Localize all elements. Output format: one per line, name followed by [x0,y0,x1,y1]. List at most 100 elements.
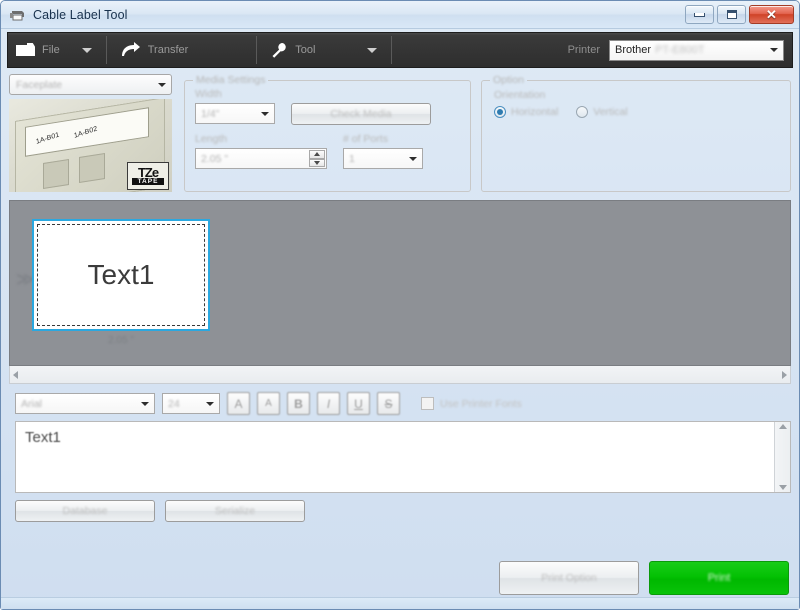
preview-column: Faceplate 1A-B01 1A-B02 TZe TAPE [9,74,174,194]
scroll-left-icon[interactable] [13,370,18,379]
printer-icon [9,7,27,23]
check-media-button[interactable]: Check Media [291,103,431,125]
print-label: Print [707,572,731,584]
toolbar-divider-3 [391,36,393,64]
label-object[interactable]: Text1 [32,219,210,331]
orientation-horizontal-radio[interactable]: Horizontal [494,106,558,118]
transfer-label: Transfer [147,44,189,56]
width-value: 1/4" [201,107,220,120]
radio-unselected-icon [576,106,589,118]
close-button[interactable]: ✕ [749,5,794,24]
orientation-label: Orientation [494,89,546,101]
serialize-label: Serialize [214,505,256,517]
label-dimension-text: 2.05 " [108,335,134,346]
print-option-button[interactable]: Print Option [499,561,639,595]
printer-brand: Brother [615,44,652,56]
maximize-icon [726,10,737,19]
media-settings-group: Media Settings Width 1/4" Check Media Le… [184,74,471,192]
label-canvas[interactable]: ≫ Text1 2.05 " [9,200,791,366]
font-family-chevron-down-icon[interactable] [137,396,152,411]
option-group: Option Orientation Horizontal Vertical [481,74,791,192]
use-printer-fonts-checkbox-row[interactable]: Use Printer Fonts [421,397,522,410]
option-legend: Option [493,74,524,86]
wrench-icon [271,42,288,59]
font-toolbar: Arial 24 A A B I U S Use Printer Fonts [15,392,791,415]
canvas-edge-marker-icon: ≫ [16,269,35,289]
close-icon: ✕ [766,7,777,22]
file-icon [16,43,35,57]
label-text-editor[interactable]: Text1 [15,421,791,493]
underline-button[interactable]: U [347,392,370,415]
minimize-icon [694,12,705,17]
printer-model: PT-E800T [655,44,705,56]
file-menu-button[interactable]: File [8,33,68,67]
label-text-editor-value: Text1 [25,429,61,446]
length-stepper-down[interactable] [309,158,325,167]
width-chevron-down-icon[interactable] [257,106,272,121]
title-bar: Cable Label Tool ✕ [1,1,799,29]
minimize-button[interactable] [685,5,714,24]
ports-value: 1 [349,152,355,165]
window-title: Cable Label Tool [33,7,128,22]
use-printer-fonts-checkbox[interactable] [421,397,434,410]
application-window: Cable Label Tool ✕ File Transfer Tool Pr… [0,0,800,610]
canvas-horizontal-scrollbar[interactable] [9,366,791,384]
media-settings-legend: Media Settings [196,74,266,86]
font-size-chevron-down-icon[interactable] [202,396,217,411]
file-menu-chevron-down-icon[interactable] [81,47,92,53]
length-input[interactable]: 2.05 " [195,148,327,169]
editor-actions: Database Serialize [15,500,799,522]
orientation-vertical-radio[interactable]: Vertical [576,106,628,118]
faceplate-preview-label-2: 1A-B02 [74,125,99,140]
width-label: Width [195,88,222,100]
increase-font-size-button[interactable]: A [227,392,250,415]
printer-label: Printer [567,44,600,56]
scroll-right-icon[interactable] [782,370,787,379]
orientation-horizontal-label: Horizontal [511,106,559,118]
file-menu-label: File [42,44,60,56]
editor-vertical-scrollbar[interactable] [774,422,790,492]
label-object-text: Text1 [87,259,155,290]
label-type-chevron-down-icon[interactable] [154,77,169,92]
transfer-button[interactable]: Transfer [107,33,197,67]
decrease-font-size-button[interactable]: A [257,392,280,415]
tool-menu-button[interactable]: Tool [257,33,323,67]
faceplate-preview-image: 1A-B01 1A-B02 TZe TAPE [9,99,172,192]
printer-selector-area: Printer Brother PT-E800T [568,33,784,67]
length-value: 2.05 " [201,152,229,165]
database-button[interactable]: Database [15,500,155,522]
ports-select[interactable]: 1 [343,148,423,169]
print-option-label: Print Option [541,572,597,584]
length-label: Length [195,133,228,145]
width-select[interactable]: 1/4" [195,103,275,124]
scroll-up-icon[interactable] [778,424,787,429]
serialize-button[interactable]: Serialize [165,500,305,522]
label-type-select[interactable]: Faceplate [9,74,172,95]
ports-chevron-down-icon[interactable] [405,151,420,166]
ports-label: # of Ports [343,133,388,145]
print-button[interactable]: Print [649,561,789,595]
database-label: Database [62,505,108,517]
font-size-value: 24 [168,397,180,410]
orientation-radio-group: Horizontal Vertical [494,106,778,118]
check-media-label: Check Media [330,108,392,120]
font-size-select[interactable]: 24 [162,393,220,414]
length-stepper-up[interactable] [309,150,325,159]
settings-row: Faceplate 1A-B01 1A-B02 TZe TAPE Media S… [9,74,791,194]
printer-select[interactable]: Brother PT-E800T [609,39,784,61]
faceplate-preview-label-1: 1A-B01 [35,131,60,146]
printer-select-chevron-down-icon[interactable] [766,43,781,58]
label-type-value: Faceplate [16,78,63,91]
tool-menu-chevron-down-icon[interactable] [367,47,378,53]
radio-selected-icon [494,106,506,118]
tze-logo-bottom: TAPE [131,178,165,185]
maximize-button[interactable] [717,5,746,24]
font-family-select[interactable]: Arial [15,393,155,414]
strikethrough-button[interactable]: S [377,392,400,415]
status-bar [1,597,799,609]
main-toolbar: File Transfer Tool Printer Brother PT-E8… [7,32,793,68]
bold-button[interactable]: B [287,392,310,415]
italic-button[interactable]: I [317,392,340,415]
length-stepper[interactable] [309,150,325,167]
scroll-down-icon[interactable] [778,485,787,490]
